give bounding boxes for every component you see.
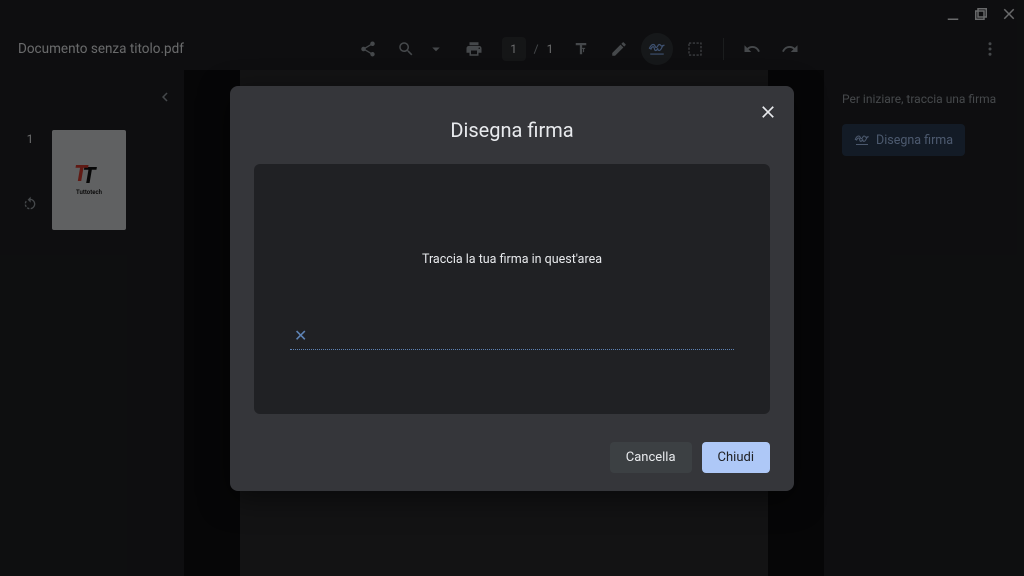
cancel-button[interactable]: Cancella xyxy=(610,442,692,473)
close-button[interactable]: Chiudi xyxy=(702,442,770,473)
modal-overlay: Disegna firma Traccia la tua firma in qu… xyxy=(0,0,1024,576)
signature-canvas[interactable]: Traccia la tua firma in quest'area ✕ xyxy=(254,164,770,414)
signature-x-mark-icon: ✕ xyxy=(294,326,307,345)
dialog-close-button[interactable] xyxy=(754,98,782,126)
signature-baseline: ✕ xyxy=(290,326,734,350)
canvas-hint-text: Traccia la tua firma in quest'area xyxy=(422,252,602,267)
dialog-actions: Cancella Chiudi xyxy=(254,442,770,473)
draw-signature-dialog: Disegna firma Traccia la tua firma in qu… xyxy=(230,86,794,491)
dialog-title: Disegna firma xyxy=(254,118,770,142)
